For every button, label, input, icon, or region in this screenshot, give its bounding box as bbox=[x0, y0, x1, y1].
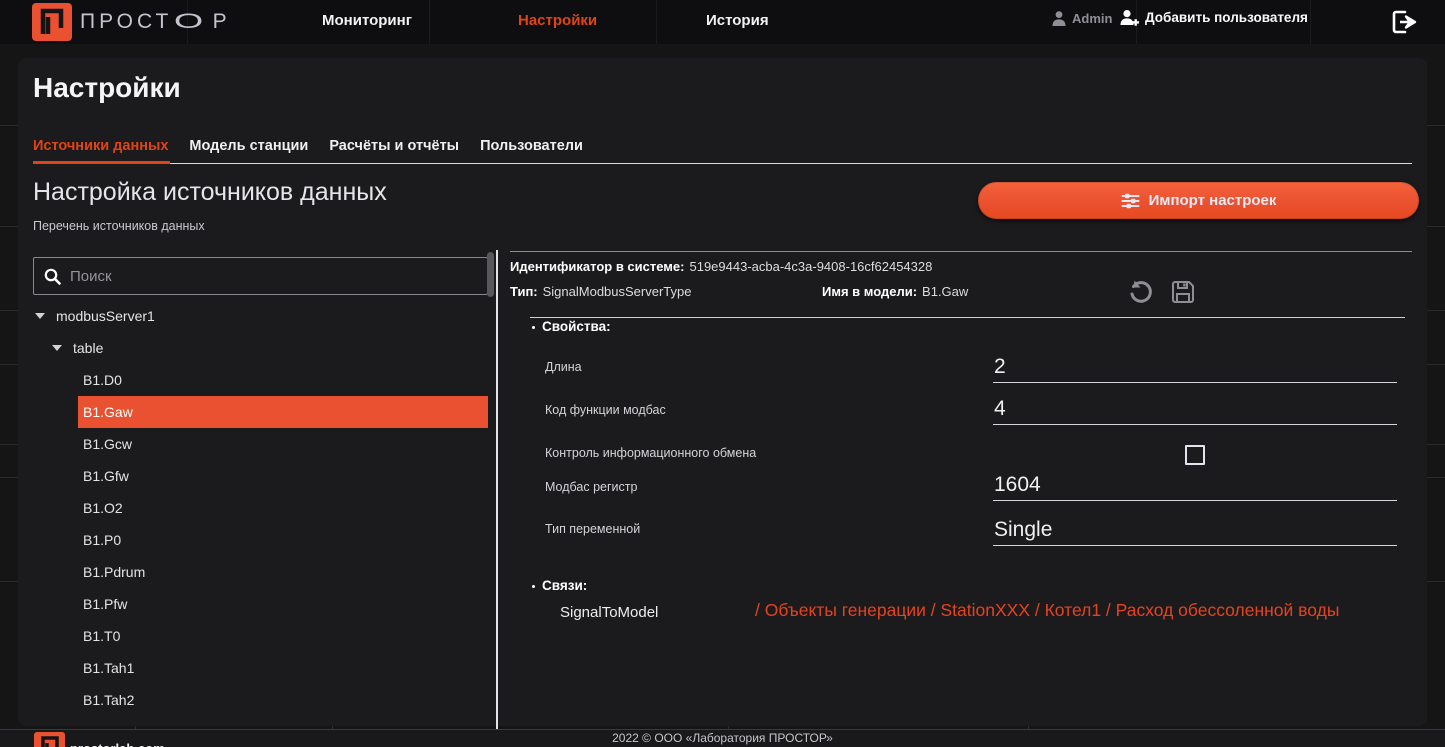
page-title: Настройки bbox=[33, 72, 181, 104]
user-icon bbox=[1052, 11, 1066, 26]
field-input-variable-type[interactable] bbox=[993, 517, 1397, 546]
add-user-label: Добавить пользователя bbox=[1145, 10, 1308, 25]
topbar-separator bbox=[656, 0, 657, 44]
tabs-underline bbox=[33, 163, 1412, 164]
properties-section-title: Свойства: bbox=[542, 319, 611, 334]
tree-node-leaf[interactable]: B1.O2 bbox=[18, 492, 496, 524]
add-user-button[interactable]: Добавить пользователя bbox=[1120, 9, 1308, 26]
links-section-title: Связи: bbox=[542, 578, 587, 593]
nav-history[interactable]: История bbox=[706, 12, 769, 29]
field-input-modbus-register[interactable] bbox=[993, 472, 1397, 501]
prostor-logo-icon[interactable] bbox=[32, 3, 72, 41]
active-tab-indicator bbox=[33, 161, 170, 164]
settings-panel: Настройки Источники данных Модель станци… bbox=[18, 58, 1427, 726]
tree-scrollbar-thumb[interactable] bbox=[487, 252, 494, 297]
tree-node-leaf[interactable]: B1.Gcw bbox=[18, 428, 496, 460]
topbar-separator bbox=[1310, 0, 1311, 44]
caret-down-icon[interactable] bbox=[52, 345, 62, 351]
tab-calculations-reports[interactable]: Расчёты и отчёты bbox=[329, 138, 459, 154]
caret-down-icon[interactable] bbox=[35, 313, 45, 319]
field-label-comm-control: Контроль информационного обмена bbox=[545, 446, 756, 460]
import-settings-button[interactable]: Импорт настроек bbox=[978, 182, 1419, 219]
tree-node-leaf[interactable]: B1.Pdrum bbox=[18, 556, 496, 588]
user-name: Admin bbox=[1072, 11, 1112, 26]
field-input-modbus-function-code[interactable] bbox=[993, 396, 1397, 425]
save-icon[interactable] bbox=[1170, 279, 1196, 305]
panel-divider bbox=[496, 250, 498, 747]
type-row: Тип: SignalModbusServerType bbox=[510, 284, 691, 299]
search-input[interactable] bbox=[70, 268, 477, 285]
tree-node-leaf[interactable]: B1.Tah1 bbox=[18, 652, 496, 684]
logout-icon[interactable] bbox=[1388, 8, 1420, 36]
bullet bbox=[532, 585, 535, 588]
tab-station-model[interactable]: Модель станции bbox=[189, 138, 308, 154]
footer-site-link[interactable]: prostorlab.com bbox=[70, 740, 165, 747]
system-id-value: 519e9443-acba-4c3a-9408-16cf62454328 bbox=[689, 259, 932, 274]
brand-wide-o: О bbox=[174, 10, 211, 34]
data-source-tree: modbusServer1 table B1.D0 B1.Gaw B1.Gcw … bbox=[18, 300, 496, 716]
model-link-path[interactable]: / Объекты генерации / StationXXX / Котел… bbox=[755, 600, 1339, 621]
section-title: Настройка источников данных bbox=[33, 178, 387, 207]
comm-control-checkbox[interactable] bbox=[1185, 445, 1205, 465]
model-name-row: Имя в модели: B1.Gaw bbox=[822, 284, 968, 299]
tree-node-leaf[interactable]: B1.Tah2 bbox=[18, 684, 496, 716]
footer-logo-icon[interactable] bbox=[34, 732, 65, 747]
tree-node-table[interactable]: table bbox=[18, 332, 496, 364]
undo-icon[interactable] bbox=[1126, 278, 1154, 306]
link-type: SignalToModel bbox=[560, 604, 658, 621]
field-label-length: Длина bbox=[545, 360, 582, 374]
tree-node-leaf-selected[interactable]: B1.Gaw bbox=[78, 396, 488, 428]
current-user: Admin bbox=[1052, 11, 1112, 26]
field-input-length[interactable] bbox=[993, 354, 1397, 383]
nav-settings[interactable]: Настройки bbox=[518, 12, 597, 29]
top-navigation-bar: ПРОСТОР Мониторинг Настройки История Adm… bbox=[0, 0, 1445, 44]
field-label-modbus-register: Модбас регистр bbox=[545, 480, 637, 494]
system-id-row: Идентификатор в системе: 519e9443-acba-4c… bbox=[510, 259, 932, 274]
details-top-border bbox=[510, 251, 1412, 252]
add-user-icon bbox=[1120, 9, 1139, 26]
search-icon bbox=[44, 268, 61, 285]
topbar-separator bbox=[429, 0, 430, 44]
brand-wordmark: ПРОСТОР bbox=[80, 10, 231, 34]
nav-monitoring[interactable]: Мониторинг bbox=[322, 12, 412, 29]
import-settings-label: Импорт настроек bbox=[1149, 192, 1277, 209]
footer: 2022 © ООО «Лаборатория ПРОСТОР» prostor… bbox=[0, 729, 1445, 747]
tree-node-leaf[interactable]: B1.T0 bbox=[18, 620, 496, 652]
settings-tabs: Источники данных Модель станции Расчёты … bbox=[33, 138, 583, 154]
system-id-label: Идентификатор в системе: bbox=[510, 259, 684, 274]
section-subtitle: Перечень источников данных bbox=[33, 219, 205, 233]
type-value: SignalModbusServerType bbox=[543, 284, 692, 299]
tree-search-box bbox=[33, 257, 488, 295]
field-label-modbus-function-code: Код функции модбас bbox=[545, 403, 666, 417]
copyright-text: 2022 © ООО «Лаборатория ПРОСТОР» bbox=[612, 731, 833, 745]
sliders-icon bbox=[1121, 192, 1140, 210]
tree-node-leaf[interactable]: B1.Pfw bbox=[18, 588, 496, 620]
bullet bbox=[532, 326, 535, 329]
details-header-border bbox=[530, 317, 1405, 318]
tree-node-leaf[interactable]: B1.Gfw bbox=[18, 460, 496, 492]
tree-node-leaf[interactable]: B1.D0 bbox=[18, 364, 496, 396]
tab-data-sources[interactable]: Источники данных bbox=[33, 138, 168, 154]
tree-node-leaf[interactable]: B1.P0 bbox=[18, 524, 496, 556]
tab-users[interactable]: Пользователи bbox=[480, 138, 583, 154]
tree-node-modbusserver1[interactable]: modbusServer1 bbox=[18, 300, 496, 332]
type-label: Тип: bbox=[510, 284, 538, 299]
field-label-variable-type: Тип переменной bbox=[545, 522, 640, 536]
model-name-value: B1.Gaw bbox=[922, 284, 968, 299]
model-name-label: Имя в модели: bbox=[822, 284, 917, 299]
